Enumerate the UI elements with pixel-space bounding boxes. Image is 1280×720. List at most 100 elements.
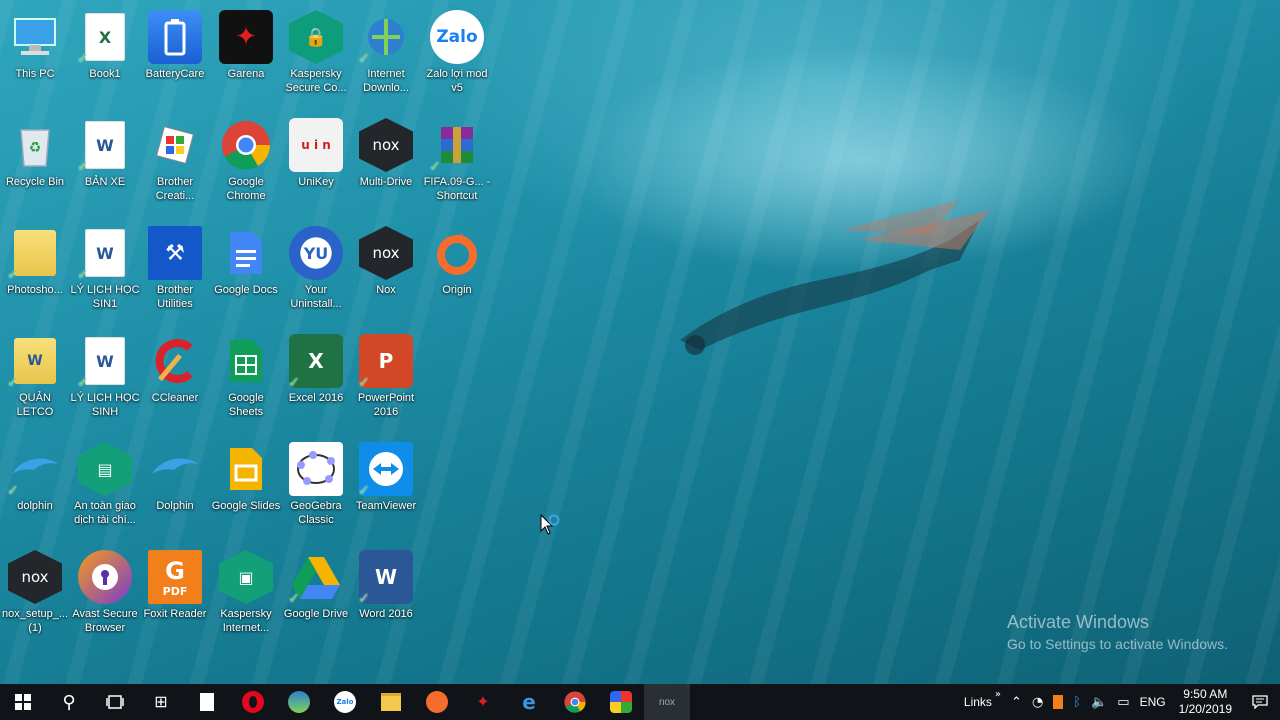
desktop-icon-fifa09-shortcut[interactable]: ✓ FIFA.09-G... - Shortcut bbox=[422, 112, 492, 214]
desktop-icon-teamviewer[interactable]: ✓ TeamViewer bbox=[351, 436, 421, 538]
taskbar-bluestacks[interactable] bbox=[598, 684, 644, 720]
garena-icon: ✦ bbox=[476, 694, 490, 711]
taskbar-store[interactable]: ⊞ bbox=[138, 684, 184, 720]
taskbar-garena[interactable]: ✦ bbox=[460, 684, 506, 720]
nox-icon: nox bbox=[658, 696, 676, 708]
check-icon: ✓ bbox=[429, 159, 441, 175]
action-center-button[interactable] bbox=[1240, 684, 1280, 720]
taskbar-nox[interactable]: nox bbox=[644, 684, 690, 720]
desktop-icon-word-2016[interactable]: W ✓ Word 2016 bbox=[351, 544, 421, 646]
wifi-icon[interactable]: ◔ bbox=[1032, 695, 1043, 710]
clock[interactable]: 9:50 AM 1/20/2019 bbox=[1179, 687, 1232, 717]
desktop-icon-brother-creative[interactable]: Brother Creati... bbox=[140, 112, 210, 214]
task-view-button[interactable] bbox=[92, 684, 138, 720]
desktop-icon-photoshop[interactable]: ✓ Photosho... bbox=[0, 220, 70, 322]
desktop-icon-multi-drive[interactable]: nox Multi-Drive bbox=[351, 112, 421, 214]
zalo-icon: Zalo bbox=[334, 691, 356, 713]
check-icon: ✓ bbox=[77, 51, 89, 67]
battery-icon[interactable]: ▭ bbox=[1117, 695, 1129, 710]
desktop-icon-label: Recycle Bin bbox=[5, 176, 65, 188]
windows-logo-icon bbox=[15, 694, 31, 710]
links-toolbar[interactable]: Links bbox=[964, 695, 992, 709]
folder-icon: ✓ bbox=[7, 226, 62, 283]
garena-icon: ✦ bbox=[219, 10, 273, 64]
desktop-icon-google-docs[interactable]: Google Docs bbox=[211, 220, 281, 322]
check-icon: ✓ bbox=[7, 267, 19, 283]
desktop-icon-geogebra[interactable]: GeoGebra Classic bbox=[281, 436, 351, 538]
desktop-icon-book1[interactable]: X ✓ Book1 bbox=[70, 4, 140, 106]
word-icon: W ✓ bbox=[358, 550, 413, 606]
desktop-icon-kaspersky-internet-security[interactable]: ▣ Kaspersky Internet... bbox=[211, 544, 281, 646]
desktop-icon-batterycare[interactable]: BatteryCare bbox=[140, 4, 210, 106]
taskbar: ⚲ ⊞ Zalo ✦ e nox Links » ⌃ ◔ ᛒ 🔈 ▭ ENG 9… bbox=[0, 684, 1280, 720]
desktop-icon-powerpoint-2016[interactable]: P ✓ PowerPoint 2016 bbox=[351, 328, 421, 430]
brother-creative-icon bbox=[148, 118, 202, 172]
nox-setup-icon: nox bbox=[8, 550, 62, 604]
dolphin-icon bbox=[148, 442, 202, 496]
desktop-icon-ly-lich-hoc-sin1[interactable]: W ✓ LÝ LỊCH HỌC SIN1 bbox=[70, 220, 140, 322]
taskbar-chrome[interactable] bbox=[552, 684, 598, 720]
activate-windows-subtitle: Go to Settings to activate Windows. bbox=[1007, 636, 1228, 652]
desktop-icon-google-chrome[interactable]: Google Chrome bbox=[211, 112, 281, 214]
desktop-icon-label: Internet Downlo... bbox=[363, 68, 409, 94]
desktop-icon-internet-download-manager[interactable]: ✓ Internet Downlo... bbox=[351, 4, 421, 106]
desktop-icon-label: Google Drive bbox=[283, 608, 349, 620]
desktop-icon-an-toan-giao-dich[interactable]: ▤ An toàn giao dịch tài chí... bbox=[70, 436, 140, 538]
check-icon: ✓ bbox=[7, 375, 19, 391]
desktop-icon-ccleaner[interactable]: CCleaner bbox=[140, 328, 210, 430]
idm-icon bbox=[288, 691, 310, 713]
desktop-icon-recycle-bin[interactable]: ♻ Recycle Bin bbox=[0, 112, 70, 214]
desktop-icon-kaspersky-secure-connection[interactable]: 🔒 Kaspersky Secure Co... bbox=[281, 4, 351, 106]
taskbar-file-explorer[interactable] bbox=[368, 684, 414, 720]
desktop-icon-dolphin-lower[interactable]: ✓ dolphin bbox=[0, 436, 70, 538]
desktop-icon-avast-secure-browser[interactable]: Avast Secure Browser bbox=[70, 544, 140, 646]
desktop-icon-brother-utilities[interactable]: ⚒ Brother Utilities bbox=[140, 220, 210, 322]
desktop-icon-unikey[interactable]: u i n UniKey bbox=[281, 112, 351, 214]
desktop-icon-quan-letco[interactable]: W ✓ QUẢN LETCO bbox=[0, 328, 70, 430]
taskbar-edge[interactable]: e bbox=[506, 684, 552, 720]
desktop-icon-label: Photosho... bbox=[7, 284, 63, 296]
desktop-icon-google-slides[interactable]: Google Slides bbox=[211, 436, 281, 538]
app-tray-icon[interactable] bbox=[1053, 695, 1064, 709]
nox-multidrive-icon: nox bbox=[359, 118, 413, 172]
search-button[interactable]: ⚲ bbox=[46, 684, 92, 720]
taskbar-origin[interactable] bbox=[414, 684, 460, 720]
language-indicator[interactable]: ENG bbox=[1140, 695, 1166, 709]
desktop-icon-garena[interactable]: ✦ Garena bbox=[211, 4, 281, 106]
desktop-icon-excel-2016[interactable]: X ✓ Excel 2016 bbox=[281, 328, 351, 430]
search-icon: ⚲ bbox=[62, 691, 76, 713]
desktop-icon-google-drive[interactable]: ✓ Google Drive bbox=[281, 544, 351, 646]
opera-icon bbox=[242, 691, 264, 713]
desktop-icon-label: UniKey bbox=[298, 176, 334, 188]
show-hidden-icons-chevron-icon[interactable]: ⌃ bbox=[1011, 695, 1022, 710]
desktop-icon-zalo-mod[interactable]: Zalo Zalo lợi mod v5 bbox=[422, 4, 492, 106]
activate-windows-watermark: Activate Windows Go to Settings to activ… bbox=[1007, 612, 1228, 652]
check-icon: ✓ bbox=[288, 591, 300, 607]
links-expand-icon[interactable]: » bbox=[995, 689, 1001, 700]
kaspersky-internet-security-icon: ▣ bbox=[219, 550, 273, 604]
taskbar-idm[interactable] bbox=[276, 684, 322, 720]
taskbar-file[interactable] bbox=[184, 684, 230, 720]
desktop-icon-dolphin[interactable]: Dolphin bbox=[140, 436, 210, 538]
desktop-icon-label: QUẢN LETCO bbox=[16, 392, 54, 418]
taskbar-opera[interactable] bbox=[230, 684, 276, 720]
desktop-icon-nox[interactable]: nox Nox bbox=[351, 220, 421, 322]
desktop-icon-label: Multi-Drive bbox=[359, 176, 413, 188]
desktop-icon-google-sheets[interactable]: Google Sheets bbox=[211, 328, 281, 430]
desktop-icon-your-uninstaller[interactable]: YU Your Uninstall... bbox=[281, 220, 351, 322]
volume-icon[interactable]: 🔈 bbox=[1091, 695, 1107, 710]
start-button[interactable] bbox=[0, 684, 46, 720]
desktop-icon-label: CCleaner bbox=[151, 392, 199, 404]
desktop-icon-nox-setup[interactable]: nox nox_setup_... (1) bbox=[0, 544, 70, 646]
desktop-icon-label: dolphin bbox=[17, 500, 53, 512]
desktop-icon-ly-lich-hoc-sinh[interactable]: W ✓ LÝ LỊCH HỌC SINH bbox=[70, 328, 140, 430]
desktop-icon-origin[interactable]: Origin bbox=[422, 220, 492, 322]
desktop-icon-this-pc[interactable]: This PC bbox=[0, 4, 70, 106]
desktop-icon-label: GeoGebra Classic bbox=[290, 500, 342, 526]
check-icon: ✓ bbox=[77, 375, 89, 391]
desktop-icon-foxit-reader[interactable]: G PDF Foxit Reader bbox=[140, 544, 210, 646]
bluetooth-icon[interactable]: ᛒ bbox=[1073, 695, 1081, 710]
desktop-icon-label: Origin bbox=[442, 284, 472, 296]
desktop-icon-ban-xe[interactable]: W ✓ BẢN XE bbox=[70, 112, 140, 214]
taskbar-zalo[interactable]: Zalo bbox=[322, 684, 368, 720]
